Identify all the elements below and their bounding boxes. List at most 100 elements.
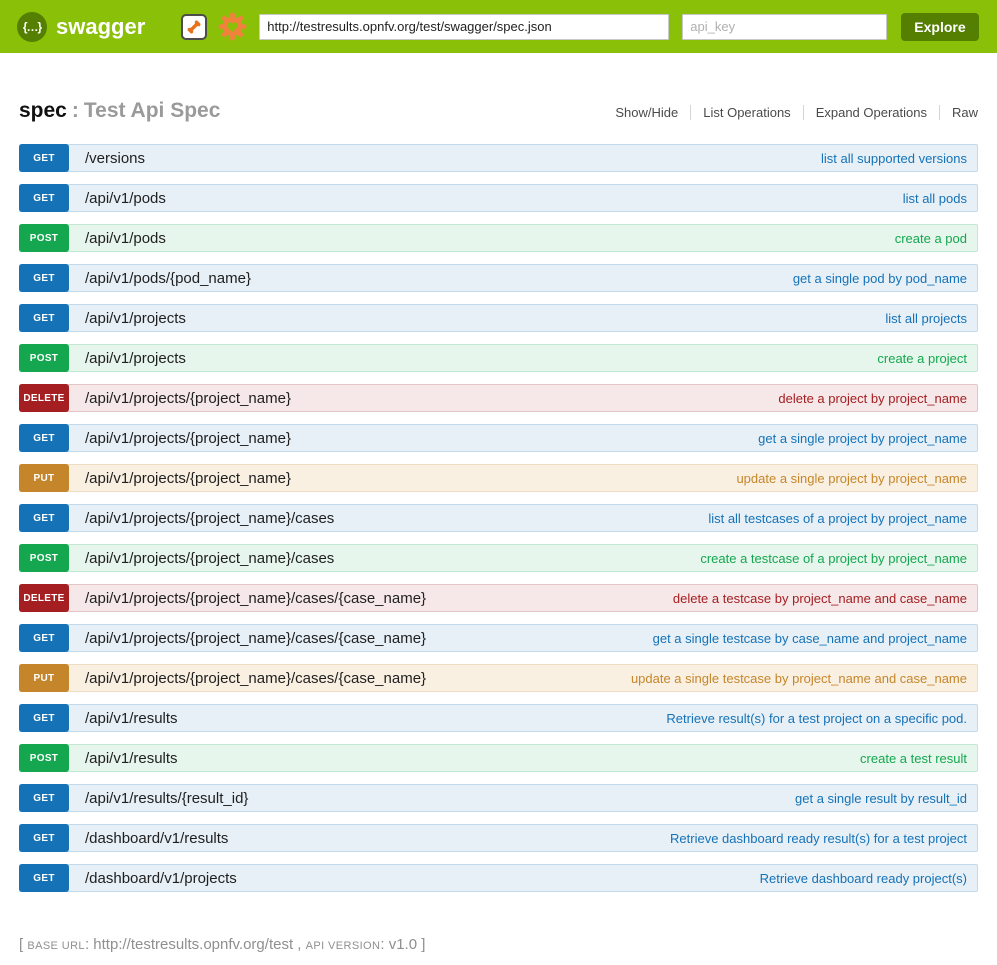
endpoint-path[interactable]: /versions xyxy=(85,150,145,167)
endpoint-path[interactable]: /api/v1/pods xyxy=(85,230,166,247)
endpoint-row[interactable]: POST /api/v1/results create a test resul… xyxy=(19,744,978,772)
method-badge: POST xyxy=(19,344,69,372)
footer-bracket-open: [ xyxy=(19,936,23,953)
endpoint-path[interactable]: /api/v1/results xyxy=(85,710,178,727)
endpoint-row[interactable]: POST /api/v1/projects create a project xyxy=(19,344,978,372)
method-badge: DELETE xyxy=(19,584,69,612)
method-badge: POST xyxy=(19,224,69,252)
explore-button[interactable]: Explore xyxy=(901,13,978,41)
endpoint-row[interactable]: GET /api/v1/projects/{project_name} get … xyxy=(19,424,978,452)
api-version-label: api version xyxy=(306,940,381,952)
endpoint-row[interactable]: POST /api/v1/pods create a pod xyxy=(19,224,978,252)
endpoint-path[interactable]: /api/v1/projects/{project_name} xyxy=(85,390,291,407)
endpoint-row[interactable]: POST /api/v1/projects/{project_name}/cas… xyxy=(19,544,978,572)
endpoint-path[interactable]: /api/v1/pods/{pod_name} xyxy=(85,270,251,287)
endpoint-summary[interactable]: Retrieve dashboard ready project(s) xyxy=(760,871,977,886)
endpoint-summary[interactable]: get a single pod by pod_name xyxy=(793,271,977,286)
method-badge: GET xyxy=(19,184,69,212)
endpoint-row[interactable]: GET /api/v1/results/{result_id} get a si… xyxy=(19,784,978,812)
endpoint-path[interactable]: /api/v1/projects xyxy=(85,310,186,327)
show-hide-link[interactable]: Show/Hide xyxy=(603,105,690,120)
method-badge: POST xyxy=(19,544,69,572)
endpoint-summary[interactable]: list all pods xyxy=(903,191,977,206)
endpoint-summary[interactable]: get a single project by project_name xyxy=(758,431,977,446)
endpoint-summary[interactable]: create a pod xyxy=(895,231,977,246)
title-separator: : xyxy=(72,99,79,122)
method-badge: GET xyxy=(19,864,69,892)
endpoint-summary[interactable]: Retrieve result(s) for a test project on… xyxy=(666,711,977,726)
endpoint-path[interactable]: /api/v1/projects/{project_name}/cases/{c… xyxy=(85,630,426,647)
endpoint-path[interactable]: /api/v1/projects/{project_name}/cases xyxy=(85,510,334,527)
api-key-input[interactable] xyxy=(682,14,887,40)
bone-icon xyxy=(185,18,203,36)
method-badge: GET xyxy=(19,264,69,292)
method-badge: GET xyxy=(19,304,69,332)
endpoint-path[interactable]: /api/v1/projects/{project_name} xyxy=(85,470,291,487)
main-content: spec:Test Api Spec Show/Hide List Operat… xyxy=(0,99,997,953)
endpoints-list: GET /versions list all supported version… xyxy=(19,144,978,892)
api-name: spec xyxy=(19,99,67,122)
footer-colon2: : xyxy=(380,936,384,953)
base-url-footer: [ base url: http://testresults.opnfv.org… xyxy=(19,936,978,953)
method-badge: PUT xyxy=(19,664,69,692)
endpoint-path[interactable]: /api/v1/results xyxy=(85,750,178,767)
link-button[interactable] xyxy=(181,14,207,40)
endpoint-row[interactable]: GET /api/v1/projects list all projects xyxy=(19,304,978,332)
endpoint-row[interactable]: GET /api/v1/projects/{project_name}/case… xyxy=(19,624,978,652)
endpoint-row[interactable]: GET /api/v1/pods list all pods xyxy=(19,184,978,212)
endpoint-row[interactable]: PUT /api/v1/projects/{project_name}/case… xyxy=(19,664,978,692)
endpoint-summary[interactable]: update a single testcase by project_name… xyxy=(631,671,977,686)
endpoint-row[interactable]: GET /api/v1/pods/{pod_name} get a single… xyxy=(19,264,978,292)
list-operations-link[interactable]: List Operations xyxy=(690,105,802,120)
base-url-label: base url xyxy=(27,940,85,952)
method-badge: POST xyxy=(19,744,69,772)
gear-heart-icon[interactable] xyxy=(218,12,247,41)
endpoint-summary[interactable]: delete a project by project_name xyxy=(778,391,977,406)
title-row: spec:Test Api Spec Show/Hide List Operat… xyxy=(19,99,978,123)
api-version-value: v1.0 xyxy=(389,936,417,953)
endpoint-row[interactable]: GET /dashboard/v1/results Retrieve dashb… xyxy=(19,824,978,852)
footer-bracket-close: ] xyxy=(421,936,425,953)
method-badge: DELETE xyxy=(19,384,69,412)
operations-nav: Show/Hide List Operations Expand Operati… xyxy=(603,105,978,120)
endpoint-row[interactable]: DELETE /api/v1/projects/{project_name} d… xyxy=(19,384,978,412)
endpoint-row[interactable]: GET /dashboard/v1/projects Retrieve dash… xyxy=(19,864,978,892)
endpoint-summary[interactable]: create a test result xyxy=(860,751,977,766)
swagger-logo-text: swagger xyxy=(56,14,145,40)
endpoint-path[interactable]: /api/v1/projects/{project_name} xyxy=(85,430,291,447)
endpoint-path[interactable]: /api/v1/projects/{project_name}/cases/{c… xyxy=(85,670,426,687)
endpoint-path[interactable]: /api/v1/projects/{project_name}/cases/{c… xyxy=(85,590,426,607)
footer-colon: : xyxy=(85,936,89,953)
endpoint-summary[interactable]: delete a testcase by project_name and ca… xyxy=(673,591,977,606)
endpoint-summary[interactable]: list all supported versions xyxy=(821,151,977,166)
endpoint-row[interactable]: GET /api/v1/projects/{project_name}/case… xyxy=(19,504,978,532)
endpoint-path[interactable]: /api/v1/projects/{project_name}/cases xyxy=(85,550,334,567)
api-subtitle: Test Api Spec xyxy=(84,99,221,122)
endpoint-path[interactable]: /api/v1/results/{result_id} xyxy=(85,790,248,807)
endpoint-row[interactable]: PUT /api/v1/projects/{project_name} upda… xyxy=(19,464,978,492)
endpoint-row[interactable]: DELETE /api/v1/projects/{project_name}/c… xyxy=(19,584,978,612)
endpoint-summary[interactable]: get a single result by result_id xyxy=(795,791,977,806)
method-badge: GET xyxy=(19,704,69,732)
endpoint-summary[interactable]: create a project xyxy=(877,351,977,366)
endpoint-summary[interactable]: Retrieve dashboard ready result(s) for a… xyxy=(670,831,977,846)
page-title: spec:Test Api Spec xyxy=(19,99,220,123)
swagger-logo[interactable]: {…} swagger xyxy=(17,12,145,42)
endpoint-row[interactable]: GET /versions list all supported version… xyxy=(19,144,978,172)
endpoint-summary[interactable]: get a single testcase by case_name and p… xyxy=(653,631,977,646)
method-badge: GET xyxy=(19,424,69,452)
endpoint-row[interactable]: GET /api/v1/results Retrieve result(s) f… xyxy=(19,704,978,732)
spec-url-input[interactable] xyxy=(259,14,669,40)
method-badge: GET xyxy=(19,824,69,852)
method-badge: GET xyxy=(19,624,69,652)
endpoint-summary[interactable]: list all projects xyxy=(885,311,977,326)
endpoint-summary[interactable]: list all testcases of a project by proje… xyxy=(708,511,977,526)
expand-operations-link[interactable]: Expand Operations xyxy=(803,105,939,120)
endpoint-path[interactable]: /dashboard/v1/results xyxy=(85,830,228,847)
endpoint-path[interactable]: /api/v1/projects xyxy=(85,350,186,367)
endpoint-summary[interactable]: update a single project by project_name xyxy=(736,471,977,486)
endpoint-path[interactable]: /api/v1/pods xyxy=(85,190,166,207)
raw-link[interactable]: Raw xyxy=(939,105,978,120)
endpoint-path[interactable]: /dashboard/v1/projects xyxy=(85,870,237,887)
endpoint-summary[interactable]: create a testcase of a project by projec… xyxy=(700,551,977,566)
